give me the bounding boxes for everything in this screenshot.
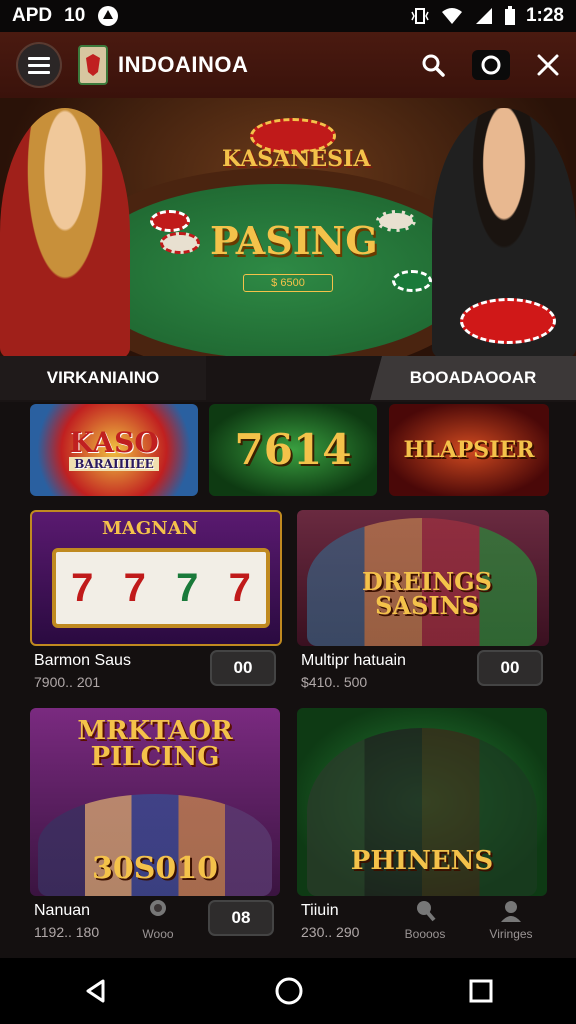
- tab-right[interactable]: BOOADAOOAR: [370, 356, 576, 400]
- promo-banner-3-title: HLAPSIER: [403, 437, 535, 463]
- game-card-3-subtitle: 1192.. 180: [34, 924, 100, 940]
- bottom-shortcut-2[interactable]: Boooos: [400, 898, 450, 941]
- game-card-1-poster: MAGNAN: [102, 518, 199, 539]
- search-icon: [417, 901, 436, 922]
- promo-banner-1-text: KASO BARAIIIIEE: [69, 429, 159, 471]
- game-card-4-poster: PHINENS: [350, 846, 494, 876]
- promo-banner-3[interactable]: HLAPSIER: [389, 404, 549, 496]
- carrier-label: APD: [12, 5, 53, 26]
- home-icon[interactable]: [274, 976, 304, 1006]
- user-icon: [150, 900, 166, 916]
- clock: 1:28: [525, 5, 564, 26]
- tab-bar: VIRKANIAINO BOOADAOOAR: [0, 356, 576, 402]
- reel-symbol: 7: [228, 565, 251, 610]
- promo-banner-2[interactable]: 7614: [209, 404, 377, 496]
- game-card-1[interactable]: MAGNAN 7 7 7 7 Barmon Saus 7900.. 201 00: [30, 510, 282, 690]
- game-card-3-title: Nanuan: [34, 902, 91, 919]
- promo-banner-2-title: 7614: [234, 425, 352, 474]
- game-card-2-subtitle: $410.. 500: [301, 674, 368, 690]
- game-card-2-play-button[interactable]: 00: [477, 650, 543, 686]
- shield-icon: [86, 54, 100, 76]
- profile-icon: [501, 901, 521, 922]
- battery-icon: [504, 6, 515, 25]
- notification-count: 10: [64, 5, 86, 26]
- hero-plaque: $ 6500: [243, 274, 333, 292]
- promo-banners: KASO BARAIIIIEE 7614 HLAPSIER: [0, 404, 576, 496]
- game-card-2-poster: DREINGS SASINS: [361, 567, 493, 620]
- recents-icon[interactable]: [469, 979, 493, 1003]
- chip: [160, 232, 200, 254]
- reel-symbol: 7: [123, 565, 146, 610]
- system-nav-bar: [0, 958, 576, 1024]
- wifi-icon: [441, 8, 462, 24]
- game-card-3-poster: MRKTAOR PILCING: [77, 716, 233, 772]
- record-button[interactable]: [472, 50, 510, 80]
- reel-symbol: 7: [71, 565, 94, 610]
- hero-sign: KASANESIA: [222, 146, 371, 172]
- search-icon[interactable]: [420, 52, 446, 78]
- game-card-3-image: MRKTAOR PILCING 30S010: [30, 708, 280, 896]
- chip: [460, 298, 556, 344]
- status-bar: APD 10 1:28: [0, 0, 576, 32]
- game-card-1-play-button[interactable]: 00: [210, 650, 276, 686]
- back-icon[interactable]: [83, 978, 109, 1004]
- close-icon[interactable]: [536, 53, 560, 77]
- promo-banner-1-subtitle: BARAIIIIEE: [69, 457, 159, 471]
- bottom-shortcut-3[interactable]: Viringes: [480, 898, 542, 941]
- promo-banner-1[interactable]: KASO BARAIIIIEE: [30, 404, 198, 496]
- chip: [150, 210, 190, 232]
- app-bar: INDOAINOA: [0, 32, 576, 98]
- game-card-1-image: MAGNAN 7 7 7 7: [30, 510, 282, 646]
- menu-button[interactable]: [16, 42, 62, 88]
- game-card-4-title: Tiiuin: [301, 902, 339, 919]
- hero-brand: PASING: [210, 218, 378, 263]
- bottom-shortcut-3-label: Viringes: [489, 927, 533, 941]
- game-card-4-subtitle: 230.. 290: [301, 924, 360, 940]
- compass-icon: [98, 6, 119, 26]
- app-logo: [78, 45, 108, 85]
- game-card-2-image: DREINGS SASINS: [297, 510, 549, 646]
- reel-symbol: 7: [176, 565, 199, 610]
- chip: [376, 210, 416, 232]
- signal-icon: [475, 8, 492, 24]
- game-card-3-amount: 30S010: [91, 851, 219, 886]
- dealer-woman: [0, 108, 130, 356]
- game-card-1-subtitle: 7900.. 201: [34, 674, 101, 690]
- game-card-2[interactable]: DREINGS SASINS Multipr hatuain $410.. 50…: [297, 510, 549, 690]
- slot-reels: 7 7 7 7: [52, 548, 270, 628]
- promo-banner-1-title: KASO: [69, 426, 159, 459]
- bottom-shortcut-2-label: Boooos: [404, 927, 446, 941]
- game-card-4-image: PHINENS: [297, 708, 547, 896]
- game-card-2-title: Multipr hatuain: [301, 652, 406, 669]
- chip: [392, 270, 432, 292]
- bottom-shortcut-1-label: Wooo: [142, 927, 174, 941]
- app-title: INDOAINOA: [118, 52, 249, 77]
- tab-left[interactable]: VIRKANIAINO: [0, 356, 206, 400]
- hamburger-icon: [28, 57, 50, 74]
- hero-banner[interactable]: KASANESIA PASING $ 6500: [0, 98, 576, 356]
- ring-icon: [481, 55, 501, 75]
- bottom-shortcut-1[interactable]: Wooo: [138, 898, 178, 941]
- game-card-3-play-button[interactable]: 08: [208, 900, 274, 936]
- game-card-1-title: Barmon Saus: [34, 652, 131, 669]
- vibrate-icon: [411, 8, 429, 24]
